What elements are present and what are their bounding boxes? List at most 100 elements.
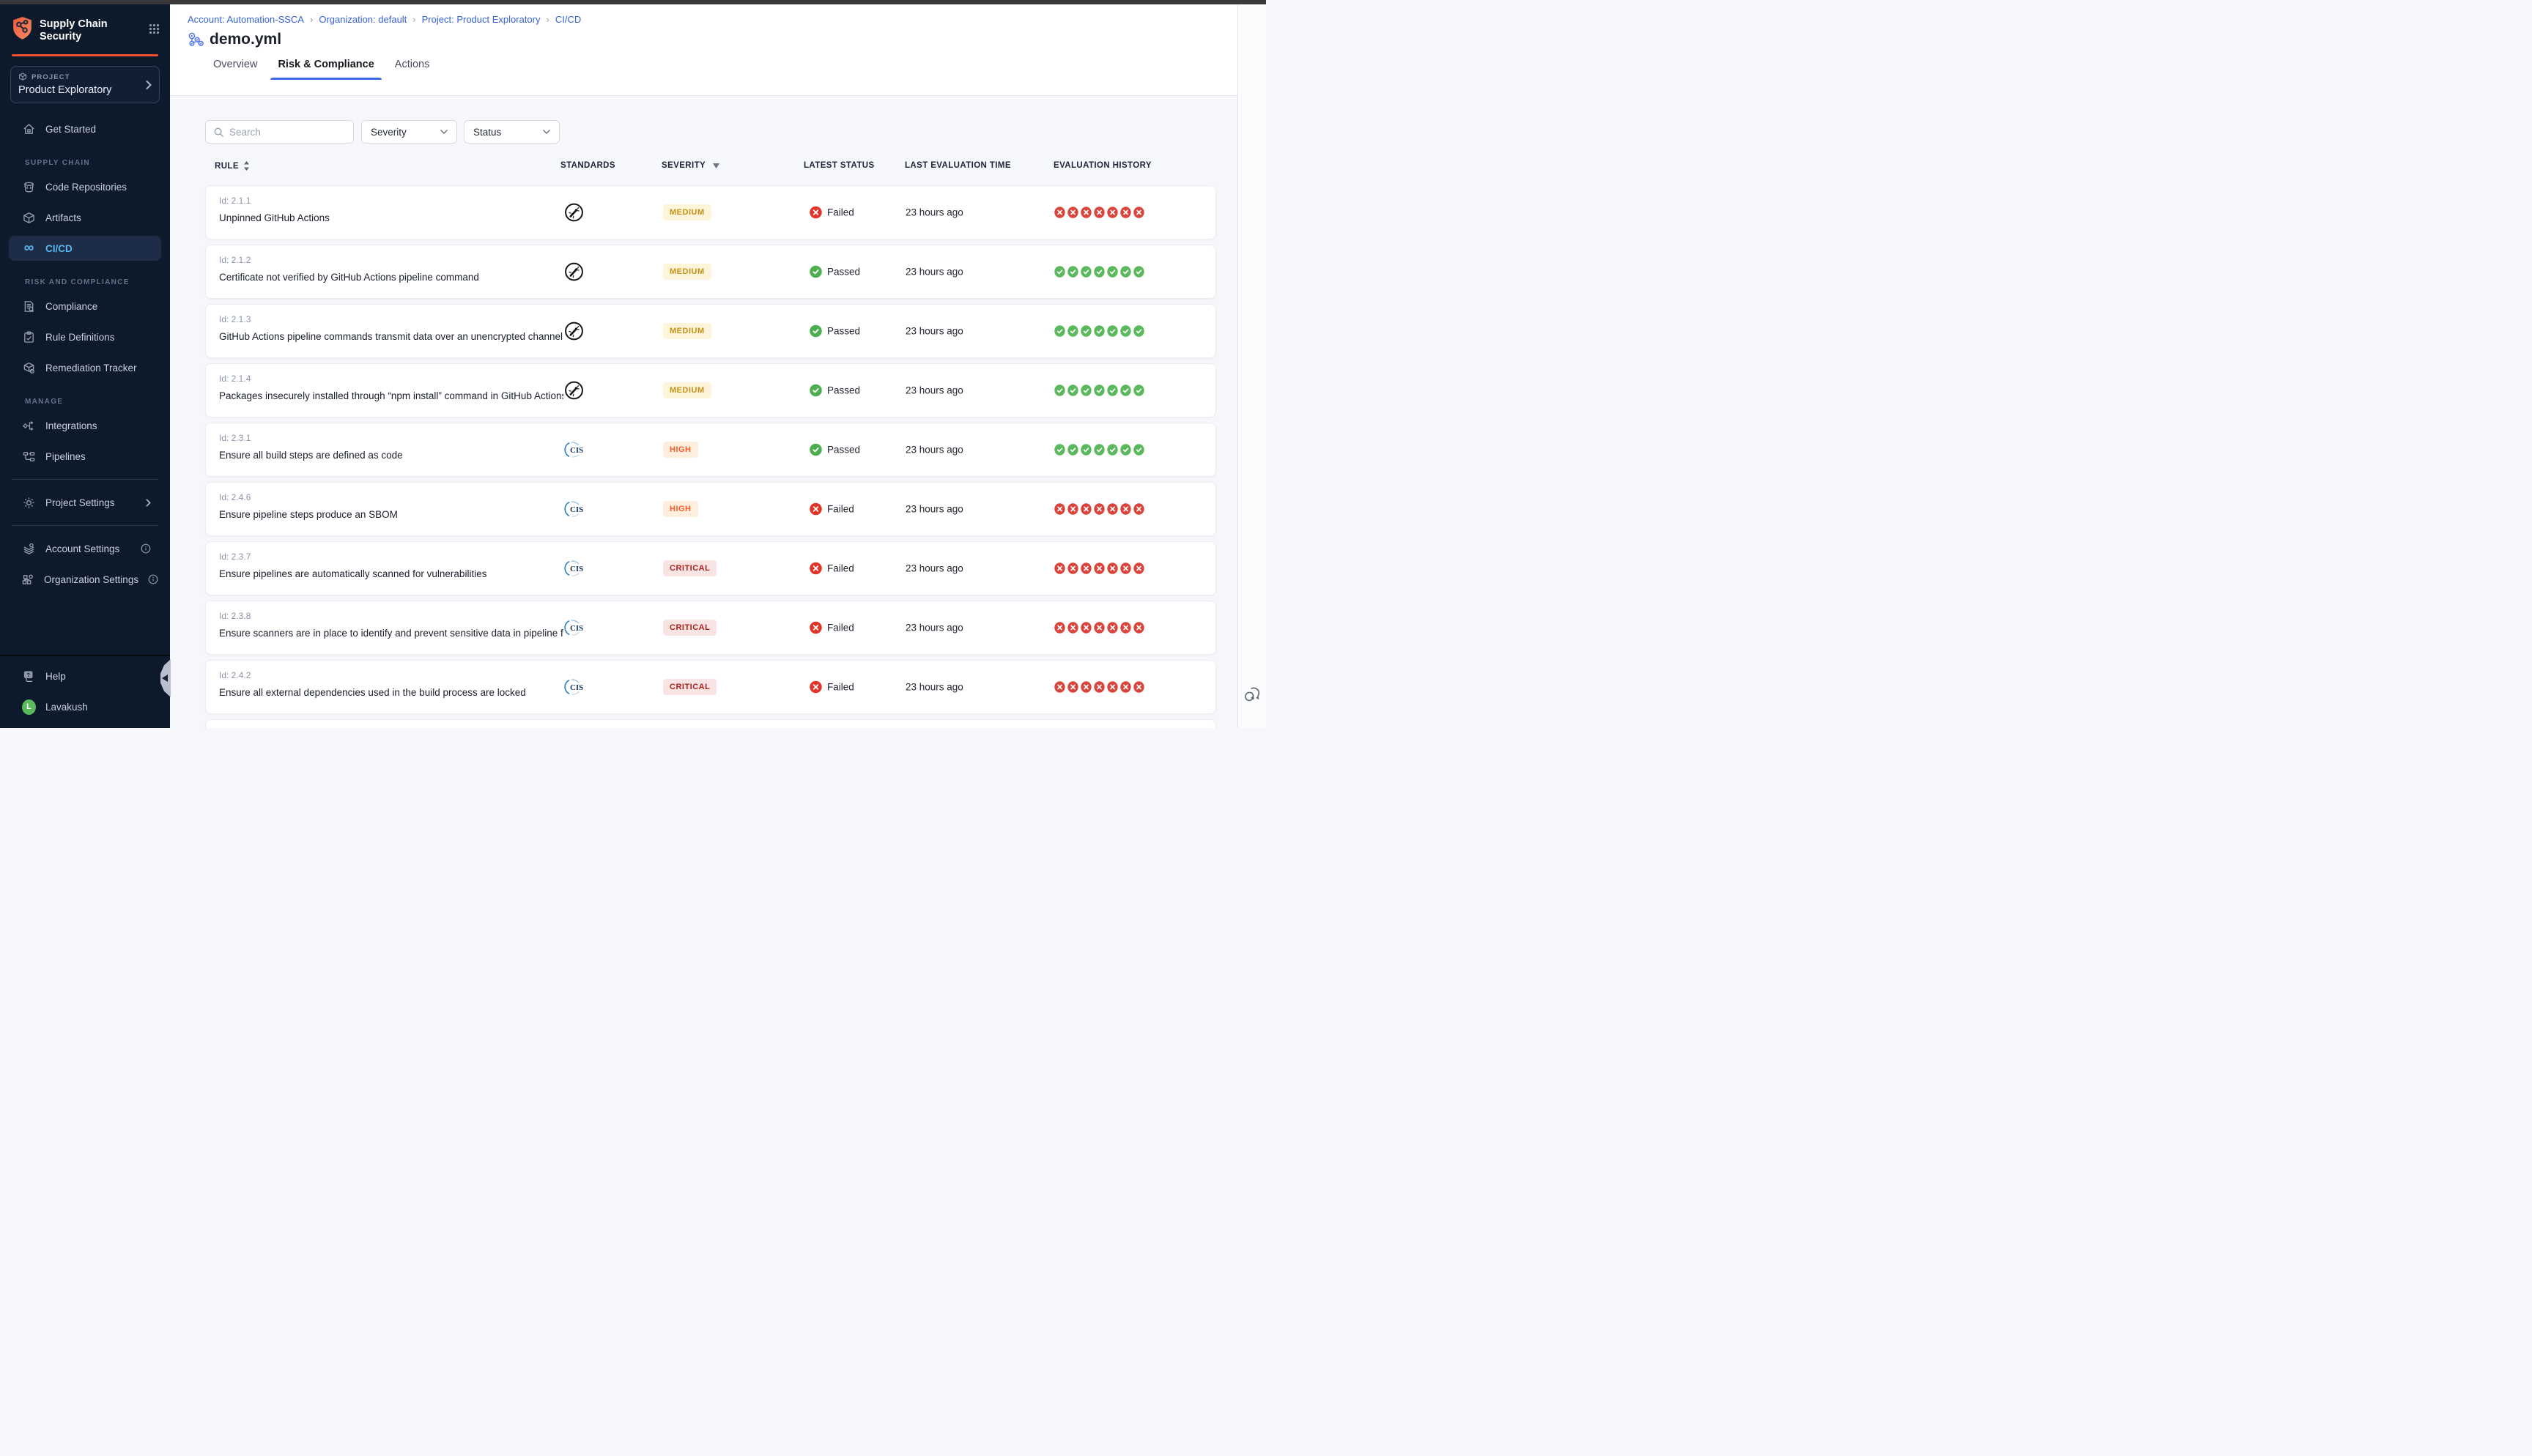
supply-chain-security-logo-icon [12,16,33,40]
table-row[interactable]: Id: 2.1.4 Packages insecurely installed … [205,363,1216,417]
page-header: Account: Automation-SSCA › Organization: d… [170,4,1237,96]
history-pass-icon [1107,266,1118,278]
table-header: RULE STANDARDS SEVERITY LATEST STATUS LA… [205,161,1237,173]
breadcrumb-link[interactable]: Organization: default [319,14,407,25]
breadcrumb-link[interactable]: Project: Product Exploratory [422,14,541,25]
sort-icon [243,161,250,171]
sidebar-item-account-settings[interactable]: Account Settings [9,536,161,561]
owasp-standard-icon [560,203,587,223]
search-input[interactable] [229,127,346,138]
cicd-infinity-icon: ∞ [22,243,36,253]
remediation-tracker-icon [22,362,36,374]
history-pass-icon [1081,444,1092,456]
column-header-evaluation-history[interactable]: EVALUATION HISTORY [1054,161,1152,170]
table-row[interactable]: Id: 2.3.8 Ensure scanners are in place t… [205,601,1216,655]
evaluation-history [1054,681,1144,693]
table-row[interactable]: Id: 2.4.6 Ensure pipeline steps produce … [205,482,1216,536]
evaluation-history [1054,562,1144,574]
latest-status: Failed [810,622,854,634]
history-fail-icon [1133,562,1144,574]
table-row[interactable]: Id: 2.1.3 GitHub Actions pipeline comman… [205,304,1216,358]
failed-x-icon [810,681,822,694]
table-row[interactable]: Id: 2.1.2 Certificate not verified by Gi… [205,245,1216,299]
history-fail-icon [1054,503,1065,515]
project-selector[interactable]: PROJECT Product Exploratory [10,66,160,103]
sidebar-item-project-settings[interactable]: Project Settings [9,490,161,515]
severity-badge: CRITICAL [663,560,717,576]
chevron-right-icon [146,80,152,89]
sidebar-nav: Get StartedSUPPLY CHAINCode Repositories… [0,116,170,469]
sidebar-item-code-repositories[interactable]: Code Repositories [9,174,161,199]
table-row[interactable]: Id: 2.1.1 Unpinned GitHub Actions MEDIUM… [205,185,1216,239]
latest-status: Passed [810,385,860,397]
sidebar-item-integrations[interactable]: Integrations [9,413,161,438]
sidebar-item-compliance[interactable]: Compliance [9,294,161,319]
rule-name: Ensure pipelines are automatically scann… [219,568,486,579]
nav-section-heading: MANAGE [0,386,170,413]
owasp-standard-icon [560,381,587,401]
svg-text:CIS: CIS [570,624,583,633]
sidebar-item-organization-settings[interactable]: Organization Settings [9,567,161,592]
latest-status: Failed [810,503,854,516]
sidebar-item-rule-definitions[interactable]: Rule Definitions [9,324,161,349]
evaluation-history [1054,503,1144,515]
table-row[interactable]: Id: 2.3.1 Ensure all build steps are def… [205,423,1216,477]
project-cube-icon [18,73,27,81]
sidebar-footer: ? Help L Lavakush [0,655,170,728]
history-fail-icon [1120,622,1131,634]
evaluation-history [1054,385,1144,396]
status-filter-dropdown[interactable]: Status [464,120,560,144]
org-gear-icon [22,573,34,586]
table-row[interactable]: Id: 3.1.7 CIS CRITICAL Failed 23 hours a… [205,719,1216,728]
rule-name: Packages insecurely installed through “n… [219,390,563,401]
sidebar-item-label: Get Started [45,124,96,135]
sidebar-item-label: Remediation Tracker [45,363,137,374]
history-fail-icon [1081,681,1092,693]
nav-section-heading: RISK AND COMPLIANCE [0,267,170,294]
project-eyebrow-label: PROJECT [32,73,70,81]
tab-actions[interactable]: Actions [393,59,432,80]
history-pass-icon [1054,266,1065,278]
sidebar-item-remediation-tracker[interactable]: Remediation Tracker [9,355,161,380]
feedback-chat-icon[interactable] [1243,686,1261,703]
home-icon [22,123,36,135]
user-menu[interactable]: L Lavakush [9,694,161,719]
table-row[interactable]: Id: 2.3.7 Ensure pipelines are automatic… [205,541,1216,595]
column-header-latest-status[interactable]: LATEST STATUS [804,161,875,170]
latest-status: Passed [810,444,860,456]
table-row[interactable]: Id: 2.4.2 Ensure all external dependenci… [205,660,1216,714]
history-pass-icon [1133,266,1144,278]
sidebar-item-pipelines[interactable]: Pipelines [9,444,161,469]
column-header-last-evaluation-time[interactable]: LAST EVALUATION TIME [905,161,1011,170]
brand-accent-rule [12,54,158,56]
severity-badge: MEDIUM [663,264,711,280]
history-fail-icon [1067,207,1078,218]
info-icon [141,543,151,554]
history-fail-icon [1094,207,1105,218]
sidebar-item-label: Code Repositories [45,182,127,193]
sidebar-item-artifacts[interactable]: Artifacts [9,205,161,230]
svg-text:?: ? [26,671,30,677]
history-pass-icon [1067,266,1078,278]
pipelines-icon [22,450,36,463]
owasp-standard-icon [560,262,587,282]
breadcrumb-separator-icon: › [547,14,549,25]
breadcrumb-link[interactable]: CI/CD [555,14,581,25]
tab-overview[interactable]: Overview [212,59,259,80]
severity-filter-dropdown[interactable]: Severity [361,120,457,144]
column-header-rule[interactable]: RULE [215,161,250,171]
history-pass-icon [1120,385,1131,396]
history-fail-icon [1054,681,1065,693]
history-pass-icon [1081,266,1092,278]
tab-risk-compliance[interactable]: Risk & Compliance [276,59,375,80]
sidebar-item-ci-cd[interactable]: ∞CI/CD [9,236,161,261]
column-header-standards[interactable]: STANDARDS [560,161,615,170]
rule-id: Id: 2.1.4 [219,374,251,384]
column-header-severity[interactable]: SEVERITY [662,161,719,170]
breadcrumb-link[interactable]: Account: Automation-SSCA [188,14,304,25]
sidebar-item-get-started[interactable]: Get Started [9,116,161,141]
history-pass-icon [1054,325,1065,337]
help-chat-icon: ? [22,670,36,683]
help-button[interactable]: ? Help [9,664,161,688]
module-grid-icon[interactable] [149,23,160,34]
